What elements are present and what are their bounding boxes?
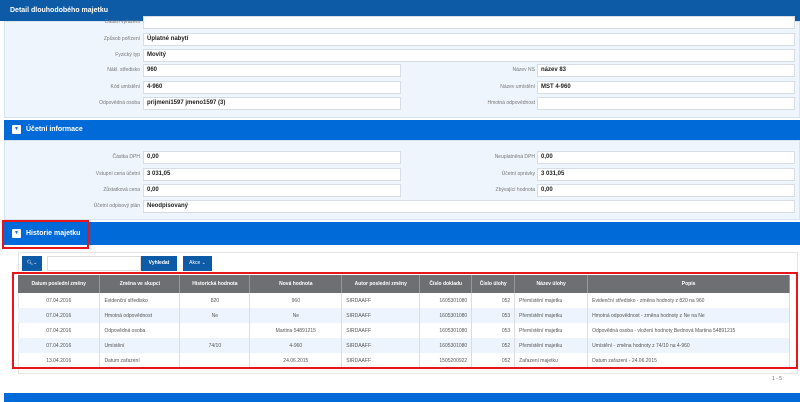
field-label: Název umístění — [500, 83, 535, 90]
pager-info: 1 - 5 — [772, 376, 783, 382]
section-next-header[interactable] — [4, 393, 800, 402]
field-input[interactable]: Úplatné nabytí — [143, 32, 795, 46]
section-accounting-header[interactable]: ▼ Účetní informace — [4, 120, 800, 140]
field-input[interactable] — [143, 16, 795, 29]
search-input[interactable] — [47, 256, 141, 271]
field-input[interactable]: 960 — [143, 64, 401, 77]
field-label: Účetní oprávky — [501, 170, 535, 177]
actions-button[interactable]: Akce ⌄ — [183, 256, 212, 271]
actions-label: Akce — [189, 260, 201, 266]
field-label: Nákl. středisko — [107, 67, 140, 73]
field-label: Vstupní cena účetní — [95, 170, 140, 177]
field-input[interactable]: 0,00 — [143, 151, 401, 164]
field-label: Datum vyřazení — [104, 19, 140, 25]
field-label: Způsob pořízení — [103, 35, 140, 42]
search-options-button[interactable]: 🔍︎⌄ — [22, 256, 42, 271]
field-input[interactable]: 0,00 — [537, 184, 795, 197]
field-label: Kód umístění — [110, 83, 140, 90]
section-history-header[interactable]: ▼ Historie majetku — [4, 222, 800, 245]
field-input[interactable]: název 83 — [537, 64, 795, 77]
highlight-box — [12, 272, 798, 369]
field-input[interactable]: prijmeni1597 jmeno1597 (3) — [143, 97, 401, 110]
field-label: Fyzický typ — [115, 52, 140, 58]
field-label: Název NS — [512, 67, 535, 73]
field-input[interactable]: 0,00 — [537, 151, 795, 164]
field-label: Neuplatněná DPH — [494, 154, 535, 160]
section-title: Účetní informace — [26, 126, 83, 133]
field-label: Částka DPH — [112, 154, 140, 160]
field-label: Odpovědná osoba — [99, 100, 140, 106]
field-label: Účetní odpisový plán — [93, 203, 140, 209]
field-input[interactable]: MST 4-960 — [537, 80, 795, 94]
field-input[interactable]: Movitý — [143, 49, 795, 62]
field-input[interactable]: Neodpisovaný — [143, 200, 795, 213]
field-label: Zůstatková cena — [103, 187, 140, 193]
field-input[interactable] — [537, 97, 795, 110]
collapse-toggle-icon[interactable]: ▼ — [12, 125, 21, 134]
field-input[interactable]: 3 031,05 — [143, 167, 401, 181]
search-button[interactable]: Vyhledat — [141, 256, 177, 271]
field-input[interactable]: 0,00 — [143, 184, 401, 197]
field-input[interactable]: 3 031,05 — [537, 167, 795, 181]
field-label: Hmotná odpovědnost — [487, 100, 535, 106]
highlight-box — [2, 220, 89, 249]
field-input[interactable]: 4-960 — [143, 80, 401, 94]
field-label: Zbývající hodnota — [495, 187, 535, 193]
